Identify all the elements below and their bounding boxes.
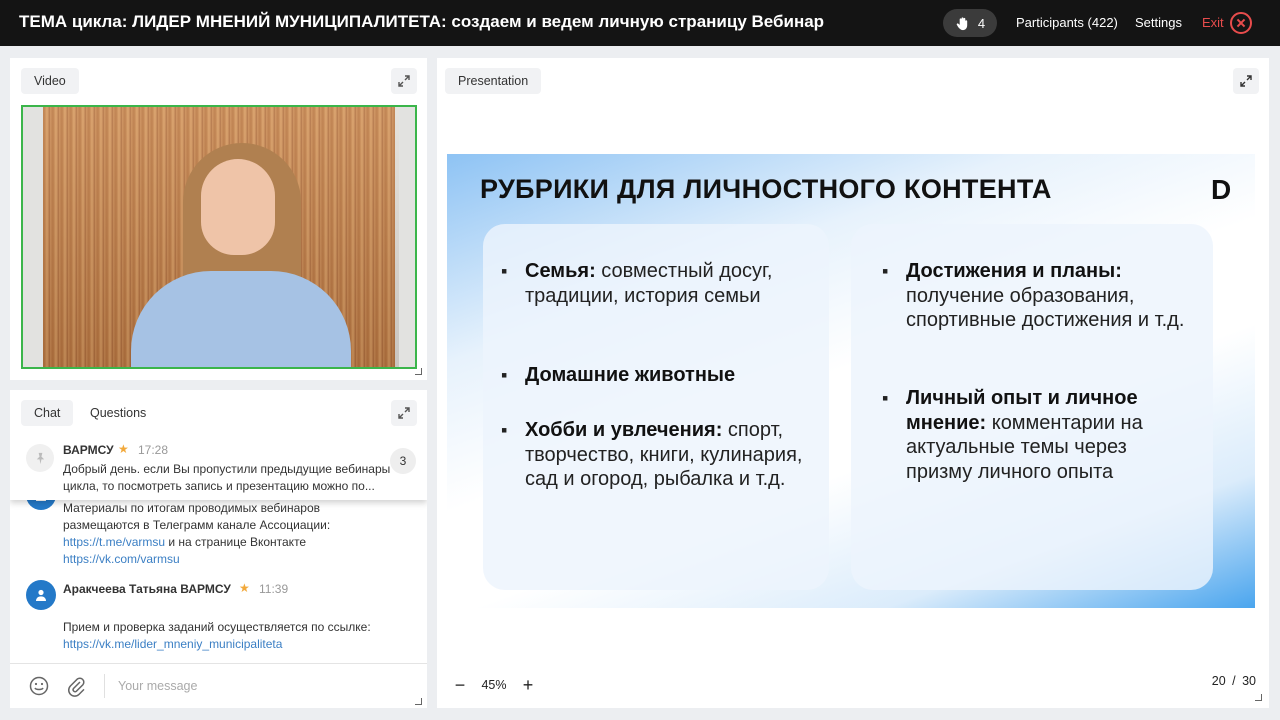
- close-icon[interactable]: [1230, 12, 1252, 34]
- speaker-body: [131, 271, 351, 367]
- message-text: Прием и проверка заданий осуществляется …: [63, 620, 371, 634]
- bullet-item: Домашние животные: [501, 363, 815, 388]
- bullet-text: получение образования, спортивные достиж…: [906, 284, 1185, 332]
- expand-chat-button[interactable]: [391, 400, 417, 426]
- expand-icon: [1240, 75, 1252, 87]
- presentation-slide: РУБРИКИ ДЛЯ ЛИЧНОСТНОГО КОНТЕНТА D Семья…: [447, 154, 1255, 608]
- message-input[interactable]: [118, 676, 398, 696]
- top-bar: ТЕМА цикла: ЛИДЕР МНЕНИЙ МУНИЦИПАЛИТЕТА:…: [0, 0, 1280, 46]
- page-indicator: 20 / 30: [1211, 674, 1256, 688]
- pinned-message[interactable]: ВАРМСУ ★ 17:28 Добрый день. если Вы проп…: [10, 438, 427, 500]
- chat-panel: Chat Questions ВАРМСУ ★ 17:28 Добрый ден…: [10, 390, 427, 708]
- bullet-item: Хобби и увлечения: спорт, творчество, кн…: [501, 418, 815, 492]
- emoji-icon[interactable]: [28, 675, 50, 697]
- message-text-mid: и на странице Вконтакте: [165, 535, 307, 549]
- zoom-level: 45%: [481, 678, 507, 692]
- tab-questions[interactable]: Questions: [77, 400, 159, 426]
- assignment-link[interactable]: https://vk.me/lider_mneniy_municipalitet…: [63, 636, 282, 653]
- tab-chat[interactable]: Chat: [21, 400, 74, 426]
- slide-title: РУБРИКИ ДЛЯ ЛИЧНОСТНОГО КОНТЕНТА: [480, 174, 1052, 204]
- message-text: размещаются в Телеграмм канале Ассоциаци…: [63, 518, 331, 532]
- exit-button[interactable]: Exit: [1202, 15, 1224, 30]
- raise-hand-button[interactable]: 4: [943, 9, 997, 37]
- speaker-face: [201, 159, 275, 255]
- user-icon: [36, 589, 46, 601]
- zoom-controls: − 45% +: [447, 671, 541, 699]
- resize-handle[interactable]: [415, 368, 422, 375]
- expand-presentation-button[interactable]: [1233, 68, 1259, 94]
- presentation-panel: Presentation РУБРИКИ ДЛЯ ЛИЧНОСТНОГО КОН…: [437, 58, 1269, 708]
- message-author: Аракчеева Татьяна ВАРМСУ: [63, 582, 231, 596]
- message-time: 11:39: [259, 582, 289, 596]
- star-icon: ★: [239, 581, 250, 595]
- chat-messages[interactable]: ВАРМСУ ★ 17:28 Добрый день. если Вы проп…: [10, 438, 427, 662]
- telegram-link[interactable]: https://t.me/varmsu: [63, 535, 165, 549]
- message-composer: [10, 663, 427, 708]
- tab-presentation[interactable]: Presentation: [445, 68, 542, 94]
- video-stream[interactable]: [21, 105, 417, 369]
- message-author: ВАРМСУ: [63, 443, 114, 457]
- expand-icon: [398, 75, 410, 87]
- slide-card-right: Достижения и планы: получение образовани…: [851, 224, 1213, 590]
- raised-hands-count: 4: [977, 15, 986, 31]
- bullet-heading: Достижения и планы:: [906, 260, 1122, 282]
- hand-icon: [956, 16, 968, 30]
- pin-icon: [26, 444, 54, 472]
- slide-logo: D: [1211, 174, 1232, 205]
- message-text: Добрый день. если Вы пропустили предыдущ…: [63, 462, 391, 476]
- vk-link[interactable]: https://vk.com/varmsu: [63, 551, 180, 568]
- bullet-item: Достижения и планы: получение образовани…: [882, 259, 1191, 333]
- resize-handle[interactable]: [1255, 694, 1262, 701]
- video-panel: Video: [10, 58, 427, 380]
- slide-card-left: Семья: совместный досуг, традиции, истор…: [483, 224, 829, 590]
- bullet-item: Семья: совместный досуг, традиции, истор…: [501, 259, 815, 308]
- pinned-count-badge[interactable]: 3: [390, 448, 416, 474]
- tab-video[interactable]: Video: [21, 68, 79, 94]
- paperclip-icon[interactable]: [65, 675, 87, 697]
- settings-button[interactable]: Settings: [1135, 15, 1182, 30]
- zoom-out-button[interactable]: −: [447, 672, 473, 698]
- bullet-heading: Семья:: [525, 260, 596, 282]
- resize-handle[interactable]: [415, 698, 422, 705]
- video-wall-left: [23, 107, 43, 367]
- bullet-item: Личный опыт и личное мнение: комментарии…: [882, 386, 1191, 484]
- bullet-heading: Домашние животные: [525, 364, 736, 386]
- composer-divider: [104, 674, 105, 698]
- message-text: Материалы по итогам проводимых вебинаров: [63, 501, 320, 515]
- bullet-heading: Хобби и увлечения:: [525, 419, 723, 441]
- message-text: https://t.me/varmsu и на странице Вконта…: [63, 534, 306, 551]
- expand-video-button[interactable]: [391, 68, 417, 94]
- message-text: цикла, то посмотреть запись и презентаци…: [63, 479, 375, 493]
- webinar-title: ТЕМА цикла: ЛИДЕР МНЕНИЙ МУНИЦИПАЛИТЕТА:…: [19, 12, 825, 31]
- avatar: [26, 580, 56, 610]
- zoom-in-button[interactable]: +: [515, 672, 541, 698]
- expand-icon: [398, 407, 410, 419]
- participants-button[interactable]: Participants (422): [1016, 15, 1118, 30]
- message-time: 17:28: [138, 443, 169, 457]
- star-icon: ★: [118, 442, 129, 456]
